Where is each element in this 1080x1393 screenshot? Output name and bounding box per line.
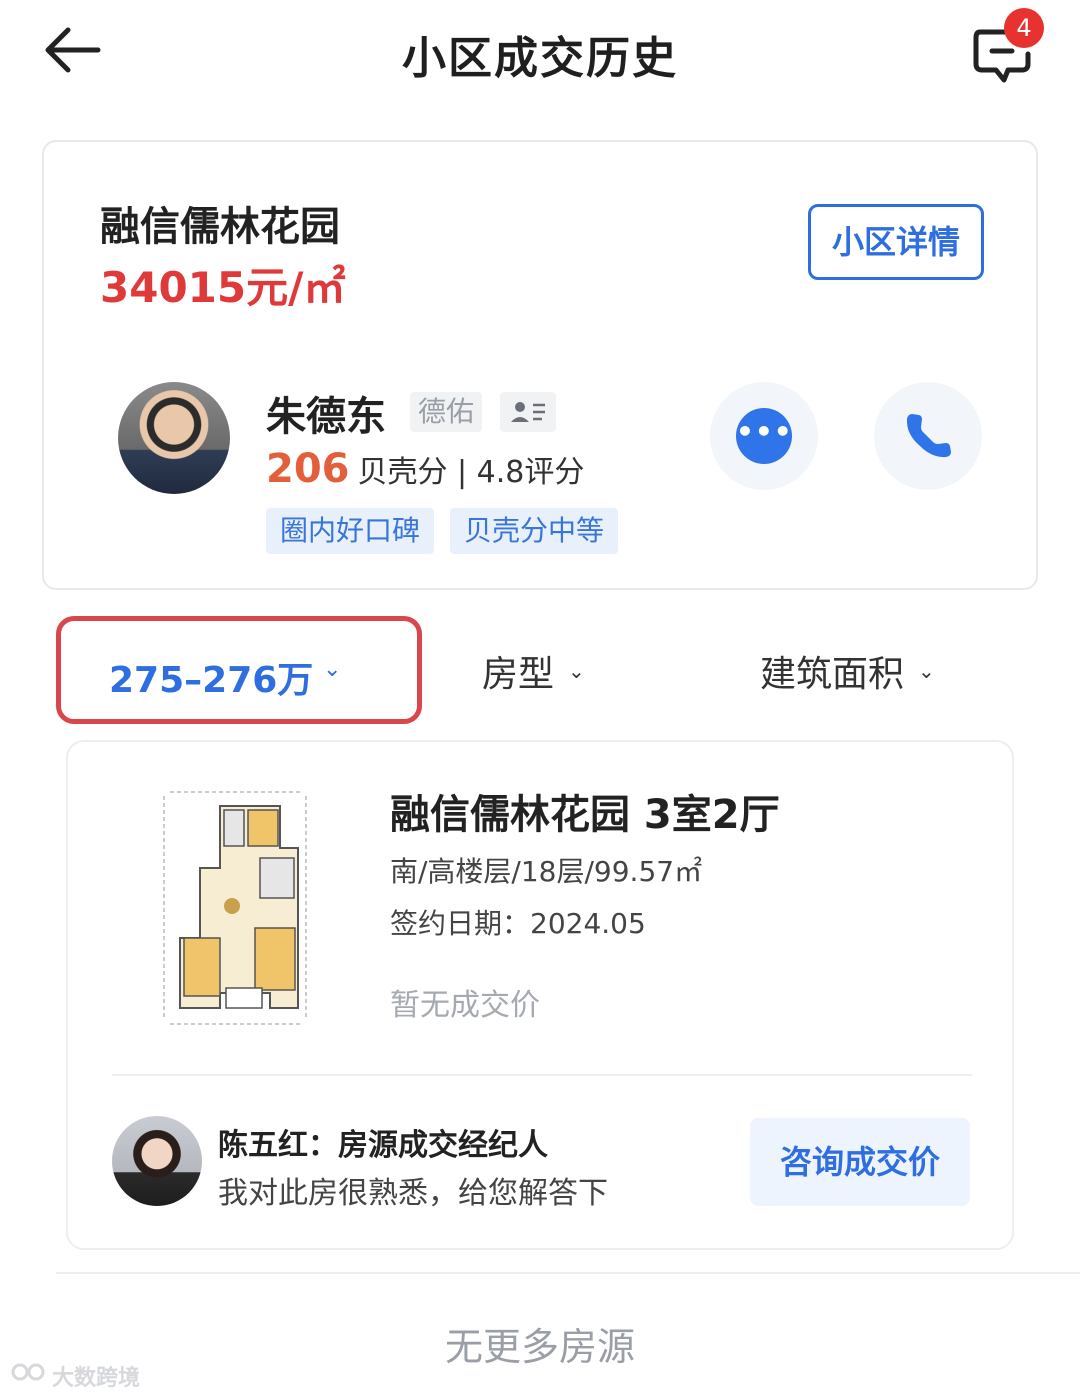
- divider: [56, 1272, 1080, 1274]
- community-name: 融信儒林花园: [100, 204, 340, 250]
- community-card: 融信儒林花园 34015元/㎡ 小区详情 朱德东 德佑 206 贝壳分 | 4.…: [42, 140, 1038, 590]
- listing-card[interactable]: 融信儒林花园 3室2厅 南/高楼层/18层/99.57㎡ 签约日期：2024.0…: [66, 740, 1014, 1250]
- agent-tag: 圈内好口碑: [266, 508, 435, 554]
- business-card-icon[interactable]: [500, 392, 556, 432]
- agent-score-label: 贝壳分 | 4.8评分: [357, 455, 585, 490]
- floorplan-image: [160, 788, 310, 1028]
- price-filter-label: 275–276万: [109, 660, 314, 701]
- price-filter-dropdown[interactable]: 275–276万 ⌄: [56, 616, 422, 724]
- area-filter-dropdown[interactable]: 建筑面积 ⌄: [760, 646, 935, 696]
- chat-dots-icon: •••: [736, 408, 792, 464]
- deal-agent-avatar[interactable]: [112, 1116, 202, 1206]
- chevron-down-icon: ⌄: [323, 657, 342, 682]
- community-price: 34015元/㎡: [100, 263, 346, 312]
- community-detail-button[interactable]: 小区详情: [808, 204, 984, 280]
- chat-agent-button[interactable]: •••: [710, 382, 818, 490]
- agent-tags: 圈内好口碑 贝壳分中等: [266, 508, 619, 554]
- agent-company-badge: 德佑: [410, 392, 483, 432]
- listing-title: 融信儒林花园 3室2厅: [390, 792, 780, 838]
- divider: [112, 1074, 972, 1076]
- area-filter-label: 建筑面积: [760, 654, 905, 695]
- listing-sign-date: 签约日期：2024.05: [390, 907, 646, 940]
- no-more-listings-text: 无更多房源: [444, 1325, 635, 1369]
- top-bar: 小区成交历史 4: [0, 0, 1080, 110]
- deal-agent-message: 我对此房很熟悉，给您解答下: [218, 1176, 608, 1211]
- agent-avatar[interactable]: [118, 382, 230, 494]
- deal-agent-name: 陈五红：房源成交经纪人: [218, 1128, 548, 1163]
- message-count-badge: 4: [1004, 8, 1044, 48]
- agent-score: 206: [266, 446, 350, 492]
- listing-price-status: 暂无成交价: [390, 988, 540, 1023]
- page-title: 小区成交历史: [402, 33, 678, 84]
- agent-tag: 贝壳分中等: [450, 508, 619, 554]
- agent-name: 朱德东: [266, 394, 386, 440]
- filter-bar: 275–276万 ⌄ 房型 ⌄ 建筑面积 ⌄: [0, 610, 1080, 730]
- room-type-filter-label: 房型: [482, 654, 555, 695]
- room-type-filter-dropdown[interactable]: 房型 ⌄: [482, 646, 585, 696]
- watermark-text: 大数跨境: [52, 1366, 141, 1391]
- consult-price-button[interactable]: 咨询成交价: [750, 1118, 970, 1206]
- watermark-logo-icon: [11, 1363, 45, 1381]
- chevron-down-icon: ⌄: [918, 659, 935, 683]
- agent-score-row: 206 贝壳分 | 4.8评分: [266, 446, 584, 496]
- listing-attributes: 南/高楼层/18层/99.57㎡: [390, 855, 703, 888]
- chevron-down-icon: ⌄: [568, 659, 585, 683]
- call-agent-button[interactable]: [874, 382, 982, 490]
- phone-icon: [906, 414, 951, 458]
